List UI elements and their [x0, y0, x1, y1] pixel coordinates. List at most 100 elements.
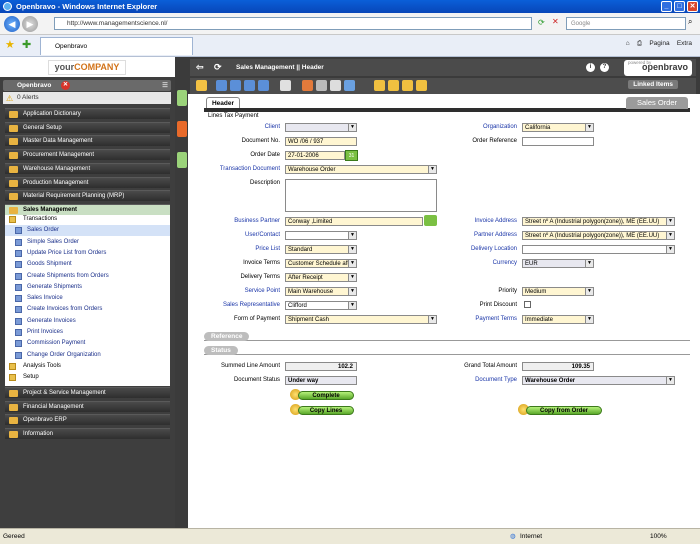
previous-record-icon[interactable] [388, 80, 399, 91]
invoice-terms-select[interactable]: Customer Schedule aft ▼ [285, 259, 357, 268]
menu-item-material-requirement-planning-mrp[interactable]: Material Requirement Planning (MRP) [5, 190, 170, 202]
menu-collapse-icon[interactable]: ☰ [162, 80, 168, 91]
chevron-down-icon[interactable]: ▼ [585, 260, 593, 267]
menu-item-application-dictionary[interactable]: Application Dictionary [5, 108, 170, 119]
submenu-item-update-price-list-from-orders[interactable]: Update Price List from Orders [5, 248, 170, 259]
client-select[interactable]: ▼ [285, 123, 357, 132]
submenu-item-sales-order[interactable]: Sales Order [5, 225, 170, 237]
description-textarea[interactable] [285, 179, 437, 212]
help-icon[interactable]: ? [600, 63, 609, 72]
submenu-item-commission-payment[interactable]: Commission Payment [5, 338, 170, 349]
menu-item-openbravo-erp[interactable]: Openbravo ERP [5, 414, 170, 426]
chevron-down-icon[interactable]: ▼ [348, 288, 356, 295]
menu-item-general-setup[interactable]: General Setup [5, 121, 170, 133]
last-record-icon[interactable] [416, 80, 427, 91]
menu-item-production-management[interactable]: Production Management [5, 176, 170, 188]
currency-select[interactable]: EUR ▼ [522, 259, 594, 268]
new-record-icon[interactable] [196, 80, 207, 91]
invoice-address-select[interactable]: Street nº A (Industrial polygon(zone)), … [522, 217, 675, 226]
zoom-label[interactable]: 100% [650, 529, 667, 544]
submenu-item-setup[interactable]: Setup [5, 372, 170, 383]
add-favorite-icon[interactable]: ✚ [22, 38, 31, 51]
maximize-button[interactable]: □ [674, 1, 685, 12]
chevron-down-icon[interactable]: ▼ [428, 166, 436, 173]
reference-section[interactable]: Reference [204, 332, 690, 341]
menu-item-project-service-management[interactable]: Project & Service Management [5, 387, 170, 398]
complete-button[interactable]: Complete [298, 391, 354, 400]
tab-header[interactable]: Header [206, 97, 240, 108]
submenu-item-create-invoices-from-orders[interactable]: Create Invoices from Orders [5, 304, 170, 315]
delete-icon[interactable] [280, 80, 291, 91]
calendar-icon[interactable]: 31 [345, 150, 358, 161]
alerts-bar[interactable]: ⚠ 0 Alerts [3, 92, 171, 104]
attach-icon[interactable] [316, 80, 327, 91]
copy-from-order-button[interactable]: Copy from Order [526, 406, 602, 415]
organization-select[interactable]: California ▼ [522, 123, 594, 132]
form-of-payment-select[interactable]: Shipment Cash ▼ [285, 315, 437, 324]
delivery-location-select[interactable]: ▼ [522, 245, 675, 254]
linked-items-button[interactable]: Linked Items [628, 80, 678, 89]
menu-item-master-data-management[interactable]: Master Data Management [5, 135, 170, 147]
menu-item-financial-management[interactable]: Financial Management [5, 400, 170, 412]
print-record-icon[interactable] [330, 80, 341, 91]
price-list-select[interactable]: Standard ▼ [285, 245, 357, 254]
payment-terms-select[interactable]: Immediate ▼ [522, 315, 594, 324]
url-input[interactable]: http://www.managementscience.nl/ [54, 17, 532, 30]
partner-address-select[interactable]: Street nº A (Industrial polygon(zone)), … [522, 231, 675, 240]
browser-tab[interactable]: Openbravo [40, 37, 193, 55]
chevron-down-icon[interactable]: ▼ [348, 260, 356, 267]
save-next-icon[interactable] [244, 80, 255, 91]
chevron-down-icon[interactable]: ▼ [585, 124, 593, 131]
back-arrow-icon[interactable]: ⇦ [196, 59, 204, 76]
undo-icon[interactable] [302, 80, 313, 91]
search-input[interactable]: Google [566, 17, 686, 30]
menu-item-information[interactable]: Information [5, 427, 170, 439]
subtabs[interactable]: Lines Tax Payment [208, 113, 259, 119]
delivery-terms-select[interactable]: After Receipt ▼ [285, 273, 357, 282]
document-type-select[interactable]: Warehouse Order ▼ [522, 376, 675, 385]
order-date-field[interactable]: 27-01-2006 [285, 151, 345, 160]
refresh-icon[interactable]: ⟳ [538, 18, 545, 27]
order-reference-field[interactable] [522, 137, 594, 146]
submenu-item-change-order-organization[interactable]: Change Order Organization [5, 350, 170, 361]
transaction-document-select[interactable]: Warehouse Order ▼ [285, 165, 437, 174]
save-close-icon[interactable] [258, 80, 269, 91]
favorites-star-icon[interactable]: ★ [5, 38, 15, 51]
chevron-down-icon[interactable]: ▼ [585, 288, 593, 295]
page-menu[interactable]: Pagina [649, 40, 669, 47]
grid-view-tab[interactable] [177, 152, 187, 168]
submenu-item-analysis-tools[interactable]: Analysis Tools [5, 361, 170, 372]
next-record-icon[interactable] [402, 80, 413, 91]
first-record-icon[interactable] [374, 80, 385, 91]
chevron-down-icon[interactable]: ▼ [666, 232, 674, 239]
business-partner-field[interactable]: Conway ,Limited [285, 217, 423, 226]
info-icon[interactable]: i [586, 63, 595, 72]
submenu-item-generate-shipments[interactable]: Generate Shipments [5, 282, 170, 293]
save-icon[interactable] [216, 80, 227, 91]
document-no-field[interactable]: WO /06 / 937 [285, 137, 357, 146]
search-icon[interactable]: ⌕ [688, 17, 692, 27]
service-point-select[interactable]: Main Warehouse ▼ [285, 287, 357, 296]
submenu-item-print-invoices[interactable]: Print Invoices [5, 327, 170, 338]
stop-icon[interactable]: ✕ [552, 17, 559, 26]
submenu-item-goods-shipment[interactable]: Goods Shipment [5, 259, 170, 270]
submenu-item-sales-invoice[interactable]: Sales Invoice [5, 293, 170, 304]
copy-lines-button[interactable]: Copy Lines [298, 406, 354, 415]
chevron-down-icon[interactable]: ▼ [348, 124, 356, 131]
submenu-item-generate-invoices[interactable]: Generate Invoices [5, 316, 170, 327]
chevron-down-icon[interactable]: ▼ [348, 274, 356, 281]
search-record-icon[interactable] [344, 80, 355, 91]
status-section[interactable]: Status [204, 346, 690, 355]
form-view-tab[interactable] [177, 121, 187, 137]
collapse-menu-tab[interactable] [177, 90, 187, 106]
chevron-down-icon[interactable]: ▼ [348, 246, 356, 253]
save-new-icon[interactable] [230, 80, 241, 91]
priority-select[interactable]: Medium ▼ [522, 287, 594, 296]
sales-rep-select[interactable]: Clifford ▼ [285, 301, 357, 310]
menu-item-sales-management[interactable]: Sales Management [5, 203, 170, 215]
chevron-down-icon[interactable]: ▼ [585, 316, 593, 323]
forward-icon[interactable]: ▶ [22, 16, 38, 32]
print-icon[interactable]: ⎙ [637, 40, 642, 47]
back-icon[interactable]: ◀ [4, 16, 20, 32]
submenu-item-create-shipments-from-orders[interactable]: Create Shipments from Orders [5, 271, 170, 282]
